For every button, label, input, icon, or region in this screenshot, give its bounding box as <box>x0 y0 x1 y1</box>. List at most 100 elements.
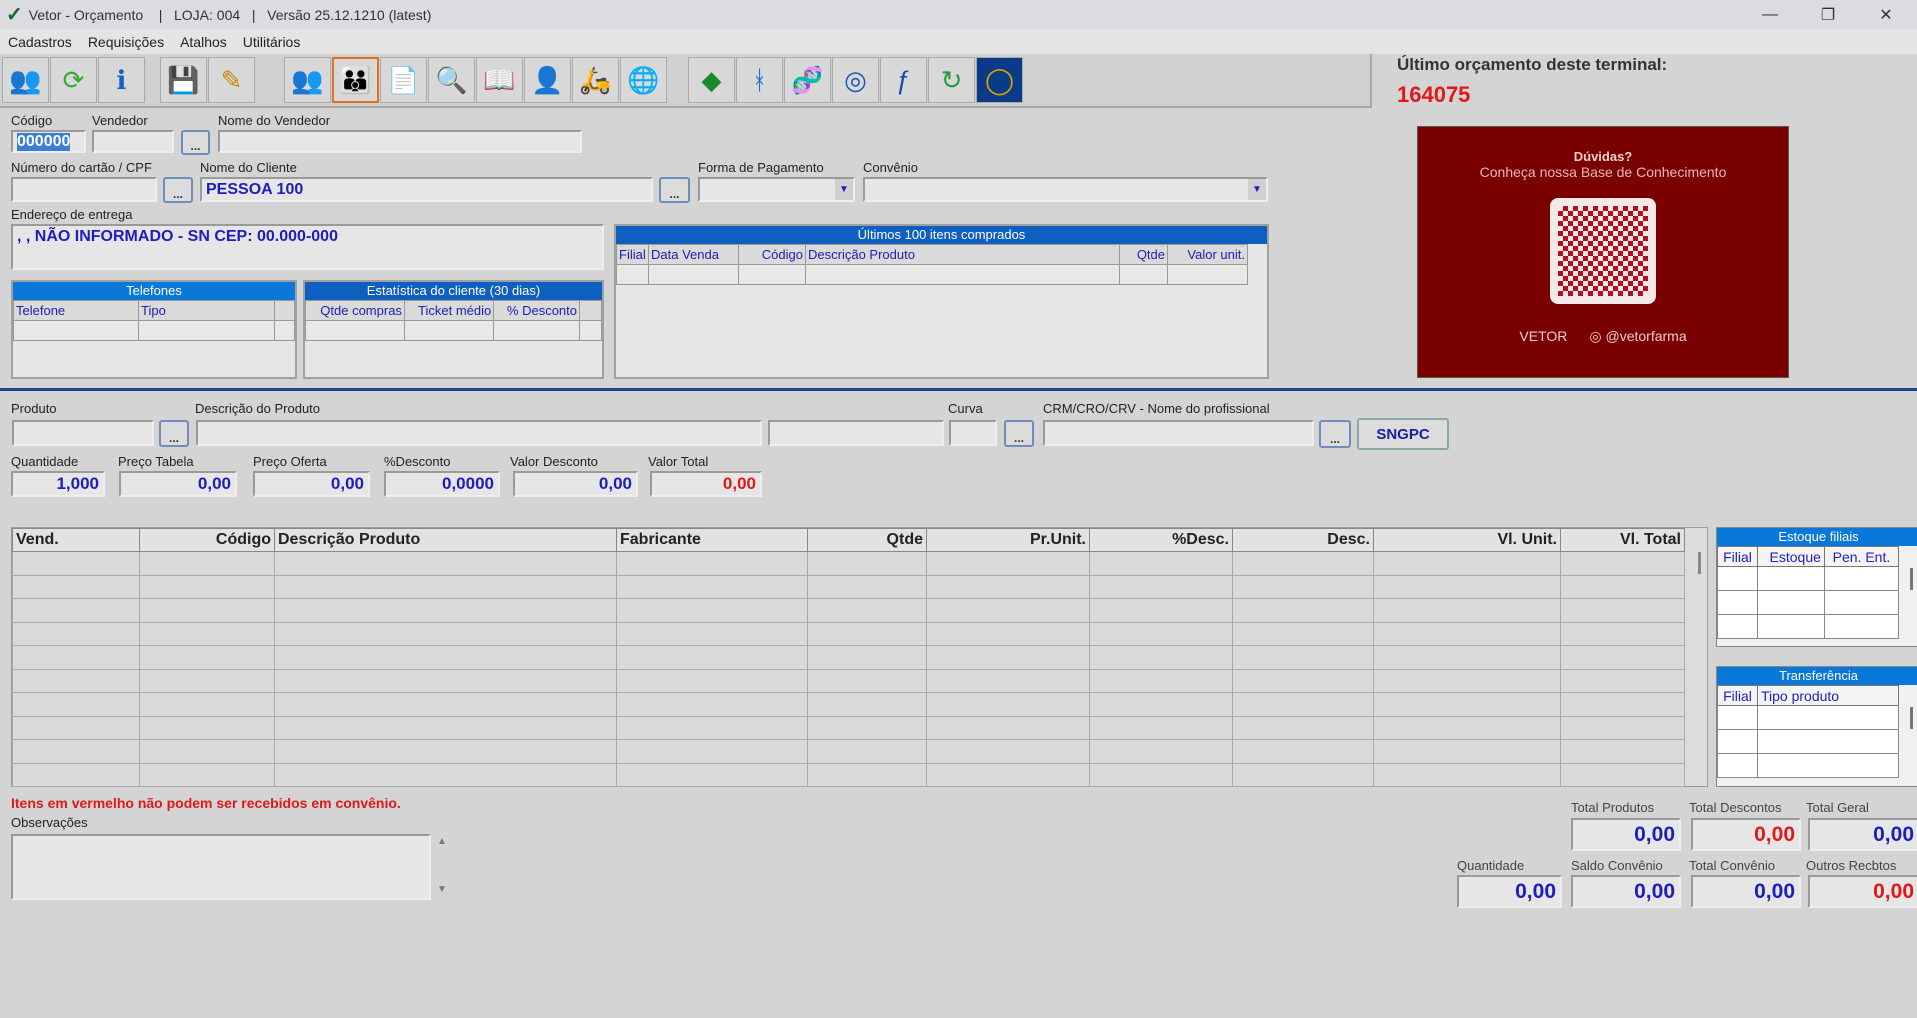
table-cell[interactable] <box>1560 762 1685 787</box>
table-cell[interactable] <box>1232 692 1374 717</box>
table-cell[interactable] <box>1373 692 1561 717</box>
restore-button[interactable]: ❐ <box>1800 0 1856 29</box>
table-cell[interactable] <box>616 715 808 740</box>
quantidade-input[interactable]: 1,000 <box>11 471 105 497</box>
col-desc[interactable]: Desc. <box>1232 528 1374 552</box>
produto-lookup-button[interactable]: ... <box>159 420 189 447</box>
table-cell[interactable] <box>926 739 1090 764</box>
minimize-button[interactable]: — <box>1742 0 1798 29</box>
desconto-pct-input[interactable]: 0,0000 <box>384 471 500 497</box>
cliente-lookup-button[interactable]: ... <box>659 177 690 203</box>
table-cell[interactable] <box>274 715 617 740</box>
table-cell[interactable] <box>1232 668 1374 693</box>
table-cell[interactable] <box>1232 574 1374 599</box>
pagamento-select[interactable]: ▼ <box>698 177 855 202</box>
cartao-lookup-button[interactable]: ... <box>163 177 193 203</box>
table-cell[interactable] <box>12 645 140 670</box>
table-cell[interactable] <box>926 574 1090 599</box>
table-cell[interactable] <box>1560 574 1685 599</box>
table-cell[interactable] <box>926 598 1090 623</box>
table-cell[interactable] <box>1560 645 1685 670</box>
info-button[interactable]: ℹ <box>98 57 145 103</box>
menu-requisicoes[interactable]: Requisições <box>88 34 164 50</box>
table-cell[interactable] <box>616 645 808 670</box>
table-cell[interactable] <box>807 692 927 717</box>
table-cell[interactable] <box>1373 645 1561 670</box>
table-cell[interactable] <box>139 645 275 670</box>
table-cell[interactable] <box>807 574 927 599</box>
table-cell[interactable] <box>1373 621 1561 646</box>
table-cell[interactable] <box>139 715 275 740</box>
table-cell[interactable] <box>1089 668 1233 693</box>
table-cell[interactable] <box>807 762 927 787</box>
table-cell[interactable] <box>274 668 617 693</box>
table-cell[interactable] <box>1089 598 1233 623</box>
vendedor-lookup-button[interactable]: ... <box>181 130 210 155</box>
table-cell[interactable] <box>139 598 275 623</box>
table-cell[interactable] <box>1089 574 1233 599</box>
cycle-button[interactable]: ↻ <box>928 57 975 103</box>
table-row[interactable] <box>12 715 1685 740</box>
table-cell[interactable] <box>926 692 1090 717</box>
table-cell[interactable] <box>12 551 140 576</box>
table-row[interactable] <box>12 762 1685 787</box>
users-button[interactable]: 👥 <box>284 57 331 103</box>
table-row[interactable] <box>12 692 1685 717</box>
valor-desconto-input[interactable]: 0,00 <box>513 471 638 497</box>
table-cell[interactable] <box>1232 621 1374 646</box>
table-cell[interactable] <box>139 551 275 576</box>
table-cell[interactable] <box>274 739 617 764</box>
table-cell[interactable] <box>616 574 808 599</box>
table-cell[interactable] <box>807 621 927 646</box>
table-cell[interactable] <box>139 574 275 599</box>
table-cell[interactable] <box>12 762 140 787</box>
table-cell[interactable] <box>1089 715 1233 740</box>
table-cell[interactable] <box>807 715 927 740</box>
add-user-button[interactable]: 👥 <box>2 57 49 103</box>
table-cell[interactable] <box>12 668 140 693</box>
table-row[interactable] <box>12 621 1685 646</box>
refresh-button[interactable]: ⟳ <box>50 57 97 103</box>
table-cell[interactable] <box>807 668 927 693</box>
table-cell[interactable] <box>616 598 808 623</box>
col-fabricante[interactable]: Fabricante <box>616 528 808 552</box>
sngpc-button[interactable]: SNGPC <box>1357 418 1449 450</box>
table-cell[interactable] <box>274 551 617 576</box>
globe-button[interactable]: 🌐 <box>620 57 667 103</box>
table-cell[interactable] <box>1089 645 1233 670</box>
curva-lookup-button[interactable]: ... <box>1004 420 1034 447</box>
table-row[interactable] <box>12 574 1685 599</box>
ring-button[interactable]: ◯ <box>976 57 1023 103</box>
table-cell[interactable] <box>616 762 808 787</box>
cliente-input[interactable]: PESSOA 100 <box>200 177 653 202</box>
produto-input[interactable] <box>12 420 154 446</box>
table-cell[interactable] <box>616 551 808 576</box>
preco-tabela-input[interactable]: 0,00 <box>119 471 237 497</box>
table-cell[interactable] <box>1373 574 1561 599</box>
codigo-input[interactable]: 000000 <box>11 130 86 153</box>
table-cell[interactable] <box>139 762 275 787</box>
crm-lookup-button[interactable]: ... <box>1319 420 1351 448</box>
table-cell[interactable] <box>12 574 140 599</box>
transferencia-scrollbar[interactable] <box>1910 707 1913 729</box>
grid-scrollbar[interactable] <box>1698 552 1701 574</box>
table-cell[interactable] <box>616 692 808 717</box>
table-cell[interactable] <box>274 574 617 599</box>
convenio-select[interactable]: ▼ <box>863 177 1268 202</box>
menu-atalhos[interactable]: Atalhos <box>180 34 227 50</box>
chevron-down-icon[interactable]: ▼ <box>835 179 853 200</box>
table-cell[interactable] <box>807 645 927 670</box>
preco-oferta-input[interactable]: 0,00 <box>253 471 370 497</box>
menu-utilitarios[interactable]: Utilitários <box>243 34 301 50</box>
f-logo-button[interactable]: ƒ <box>880 57 927 103</box>
table-cell[interactable] <box>1373 551 1561 576</box>
curva-input[interactable] <box>949 420 997 446</box>
table-cell[interactable] <box>1560 598 1685 623</box>
table-cell[interactable] <box>1232 645 1374 670</box>
table-cell[interactable] <box>274 621 617 646</box>
col-vl-unit[interactable]: Vl. Unit. <box>1373 528 1561 552</box>
delivery-button[interactable]: 🛵 <box>572 57 619 103</box>
col-pct-desc[interactable]: %Desc. <box>1089 528 1233 552</box>
table-cell[interactable] <box>1373 739 1561 764</box>
table-cell[interactable] <box>807 598 927 623</box>
